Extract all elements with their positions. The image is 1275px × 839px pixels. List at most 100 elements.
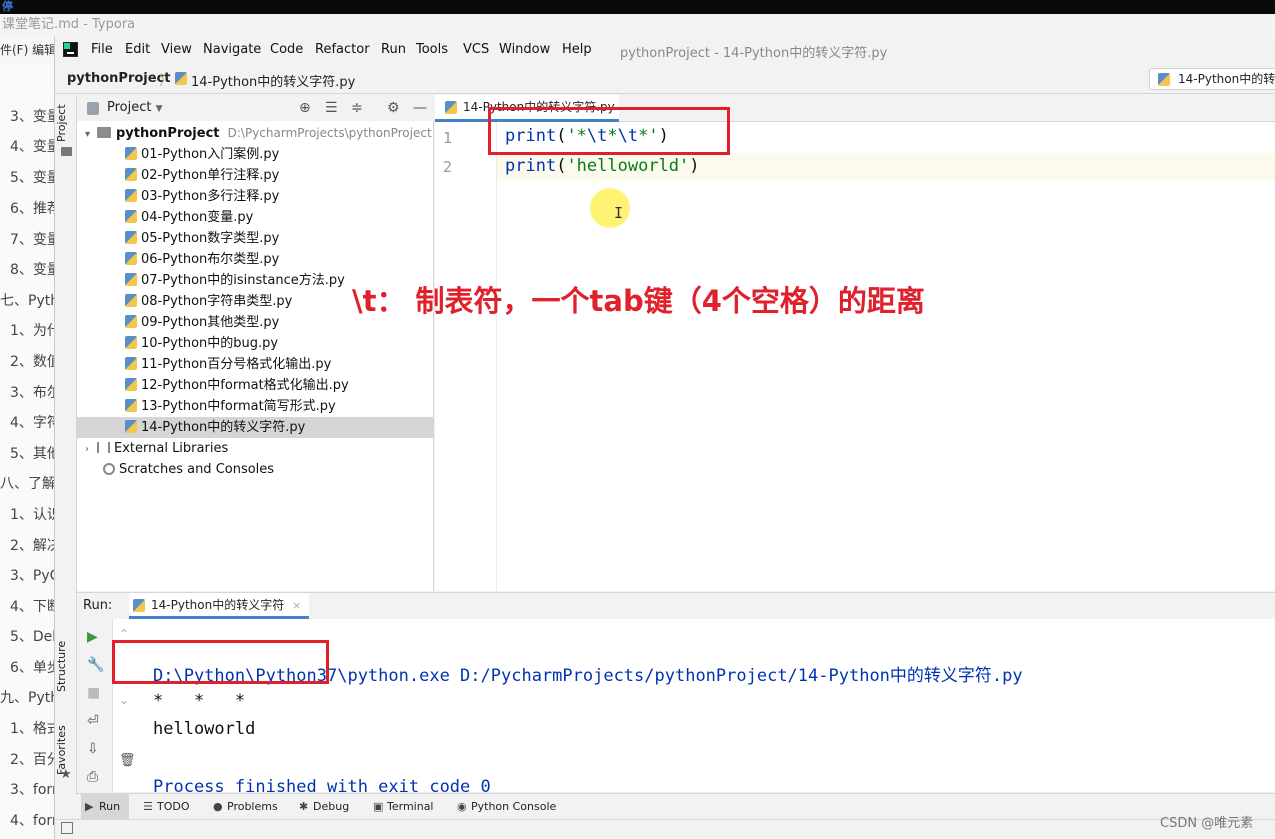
tree-external-libraries[interactable]: › External Libraries (77, 438, 434, 459)
file-name: 13-Python中format简写形式.py (141, 399, 336, 414)
outline-item[interactable]: 5、Deb (0, 626, 54, 646)
chevron-down-icon[interactable]: ▾ (85, 124, 97, 145)
outline-item[interactable]: 8、变量 (0, 259, 54, 279)
wrench-icon[interactable]: 🔧 (87, 657, 104, 673)
menu-edit[interactable]: Edit (125, 42, 150, 57)
outline-item[interactable]: 5、其他 (0, 443, 54, 463)
tree-file-row[interactable]: 13-Python中format简写形式.py (77, 396, 434, 417)
run-configuration-selector[interactable]: 14-Python中的转义字符.py (1149, 68, 1275, 90)
outline-item[interactable]: 2、百分 (0, 749, 54, 769)
file-name: 07-Python中的isinstance方法.py (141, 273, 345, 288)
locate-icon[interactable]: ⊕ (299, 100, 311, 116)
menu-navigate[interactable]: Navigate (203, 42, 261, 57)
project-view-selector[interactable]: Project ▼ (107, 100, 163, 115)
collapse-all-icon[interactable]: ≑ (351, 100, 363, 116)
tree-file-row[interactable]: 05-Python数字类型.py (77, 228, 434, 249)
outline-item[interactable]: 4、form (0, 810, 54, 830)
outline-item[interactable]: 2、数值 (0, 351, 54, 371)
bottom-tab-problems[interactable]: ● Problems (209, 794, 278, 820)
tree-root[interactable]: ▾ pythonProject D:\PycharmProjects\python… (77, 123, 434, 144)
menu-refactor[interactable]: Refactor (315, 42, 370, 57)
outline-item[interactable]: 七、Pytho (0, 290, 54, 310)
outline-item[interactable]: 3、变量 (0, 106, 54, 126)
menu-window[interactable]: Window (499, 42, 550, 57)
outline-item[interactable]: 1、认识 (0, 504, 54, 524)
python-console-icon: ◉ (457, 800, 467, 813)
folder-icon (61, 147, 72, 156)
chevron-down-icon[interactable]: ⌄ (119, 693, 129, 707)
outline-item[interactable]: 5、变量 (0, 167, 54, 187)
tree-file-row[interactable]: 03-Python多行注释.py (77, 186, 434, 207)
menu-code[interactable]: Code (270, 42, 303, 57)
bottom-tab-python-console[interactable]: ◉ Python Console (453, 794, 556, 820)
typora-menu[interactable]: 件(F) 编辑 (0, 36, 56, 64)
chevron-up-icon[interactable]: ⌃ (119, 627, 129, 641)
tree-file-row[interactable]: 06-Python布尔类型.py (77, 249, 434, 270)
outline-item[interactable]: 3、布尔 (0, 382, 54, 402)
hide-icon[interactable]: — (413, 100, 427, 116)
menu-vcs[interactable]: VCS (463, 42, 489, 57)
outline-item[interactable]: 4、变量 (0, 136, 54, 156)
project-panel-header: Project ▼ ⊕ ☰ ≑ ⚙ — (77, 95, 434, 121)
menu-view[interactable]: View (161, 42, 192, 57)
outline-item[interactable]: 4、字符 (0, 412, 54, 432)
outline-item[interactable]: 1、为什 (0, 320, 54, 340)
menu-help[interactable]: Help (562, 42, 592, 57)
outline-item[interactable]: 八、了解 (0, 473, 54, 493)
output-line: * * * (153, 691, 246, 711)
bottom-tab-terminal[interactable]: ▣ Terminal (369, 794, 434, 820)
bottom-tab-label: Python Console (471, 800, 557, 813)
tree-file-row[interactable]: 11-Python百分号格式化输出.py (77, 354, 434, 375)
file-name: 09-Python其他类型.py (141, 315, 280, 330)
outline-item[interactable]: 6、推荐 (0, 198, 54, 218)
scroll-to-end-icon[interactable]: ⇩ (87, 741, 99, 757)
library-icon (97, 442, 110, 453)
tree-file-row[interactable]: 12-Python中format格式化输出.py (77, 375, 434, 396)
soft-wrap-icon[interactable]: ⏎ (87, 713, 99, 729)
gear-icon[interactable]: ⚙ (387, 100, 400, 116)
tree-file-row[interactable]: 01-Python入门案例.py (77, 144, 434, 165)
menu-file[interactable]: File (91, 42, 113, 57)
python-file-icon (125, 231, 137, 244)
outline-item[interactable]: 3、PyC (0, 565, 54, 585)
outline-item[interactable]: 九、Pytho (0, 687, 54, 707)
run-tab[interactable]: 14-Python中的转义字符 × (129, 593, 309, 619)
line-number: 1 (443, 129, 453, 147)
python-file-icon (125, 294, 137, 307)
outline-item[interactable]: 3、form (0, 779, 54, 799)
outline-item[interactable]: 7、变量 (0, 229, 54, 249)
file-name: 02-Python单行注释.py (141, 168, 280, 183)
breadcrumb-file[interactable]: 14-Python中的转义字符.py (191, 71, 355, 90)
tool-tab-project[interactable]: Project (55, 103, 77, 143)
outline-item[interactable]: 6、单步 (0, 657, 54, 677)
code-line-2[interactable]: print('helloworld') (505, 156, 700, 176)
cursor-highlight (590, 188, 630, 228)
bottom-tab-todo[interactable]: ☰ TODO (139, 794, 190, 820)
trash-icon[interactable]: 🗑 (119, 753, 136, 768)
python-file-icon (125, 147, 137, 160)
tree-scratches[interactable]: Scratches and Consoles (77, 459, 434, 480)
tree-file-row-selected[interactable]: 14-Python中的转义字符.py (77, 417, 434, 438)
tool-tab-structure[interactable]: Structure (55, 635, 77, 697)
close-icon[interactable]: × (292, 599, 301, 612)
chevron-right-icon[interactable]: › (85, 439, 97, 460)
outline-item[interactable]: 2、解决 (0, 535, 54, 555)
tree-file-row[interactable]: 02-Python单行注释.py (77, 165, 434, 186)
python-file-icon (125, 210, 137, 223)
project-panel: Project ▼ ⊕ ☰ ≑ ⚙ — ▾ pythonProject D:\Py… (77, 95, 434, 591)
outline-item[interactable]: 4、下断 (0, 596, 54, 616)
menu-tools[interactable]: Tools (416, 42, 448, 57)
menu-run[interactable]: Run (381, 42, 406, 57)
expand-all-icon[interactable]: ☰ (325, 100, 338, 116)
tree-file-row[interactable]: 04-Python变量.py (77, 207, 434, 228)
bottom-tab-debug[interactable]: ✱ Debug (295, 794, 349, 820)
pycharm-logo-icon (63, 42, 78, 57)
breadcrumb-project[interactable]: pythonProject (67, 71, 171, 86)
print-icon[interactable]: ⎙ (87, 769, 98, 785)
outline-item[interactable]: 1、格式 (0, 718, 54, 738)
rerun-icon[interactable]: ▶ (87, 629, 98, 645)
tree-file-row[interactable]: 10-Python中的bug.py (77, 333, 434, 354)
layout-toggle-icon[interactable] (61, 822, 73, 834)
stop-icon[interactable]: ■ (87, 685, 100, 701)
bottom-tab-run[interactable]: ▶ Run (81, 794, 129, 820)
